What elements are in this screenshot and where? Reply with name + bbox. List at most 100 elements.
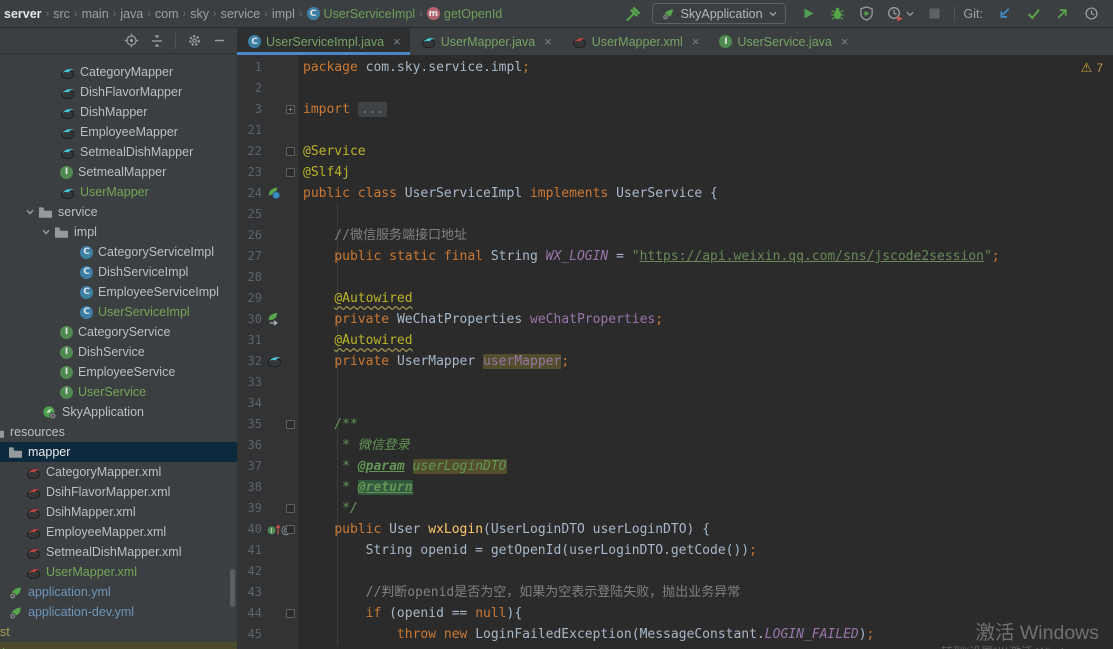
code-line[interactable]: 28 [237, 267, 1113, 288]
line-number[interactable]: 31 [237, 330, 266, 351]
code-line[interactable]: 32 private UserMapper userMapper; [237, 351, 1113, 372]
line-number[interactable]: 34 [237, 393, 266, 414]
code-line[interactable]: 25 [237, 204, 1113, 225]
git-update-button[interactable] [994, 4, 1014, 24]
code-line[interactable]: 33 [237, 372, 1113, 393]
code-line[interactable]: 42 [237, 561, 1113, 582]
tree-item[interactable]: DsihMapper.xml [0, 502, 237, 522]
tree-item[interactable]: application.yml [0, 582, 237, 602]
chevron-down-icon[interactable] [41, 227, 51, 237]
code-line[interactable]: 30 private WeChatProperties weChatProper… [237, 309, 1113, 330]
tree-item[interactable]: I CategoryService [0, 322, 237, 342]
fold-collapse-icon[interactable] [286, 168, 295, 177]
editor-tab[interactable]: UserMapper.xml × [561, 28, 709, 55]
fold-collapse-icon[interactable] [286, 420, 295, 429]
line-number[interactable]: 43 [237, 582, 266, 603]
close-icon[interactable]: × [692, 35, 700, 48]
tree-item[interactable]: UserMapper.xml [0, 562, 237, 582]
fold-collapse-icon[interactable] [286, 504, 295, 513]
line-number[interactable]: 42 [237, 561, 266, 582]
line-number[interactable]: 28 [237, 267, 266, 288]
line-number[interactable]: 1 [237, 57, 266, 78]
collapse-all-icon[interactable] [150, 34, 164, 48]
tree-item[interactable]: st [0, 622, 237, 642]
code-area[interactable]: 1 package com.sky.service.impl; 2 3 + import … [237, 57, 1113, 649]
line-number[interactable]: 44 [237, 603, 266, 624]
code-line[interactable]: 40I@ public User wxLogin(UserLoginDTO us… [237, 519, 1113, 540]
breadcrumb[interactable]: server › src › main › java › com › sky › service › imp… [0, 7, 502, 21]
run-button[interactable] [799, 4, 819, 24]
autowired-gutter-icon[interactable] [267, 312, 281, 326]
tree-item[interactable]: application-dev.yml [0, 602, 237, 622]
line-number[interactable]: 23 [237, 162, 266, 183]
locate-target-icon[interactable] [124, 33, 139, 48]
line-number[interactable]: 35 [237, 414, 266, 435]
line-number[interactable]: 25 [237, 204, 266, 225]
stop-button[interactable] [925, 4, 945, 24]
history-icon[interactable] [1081, 4, 1101, 24]
tree-item[interactable]: C CategoryServiceImpl [0, 242, 237, 262]
code-line[interactable]: 39 */ [237, 498, 1113, 519]
tree-item[interactable]: DsihFlavorMapper.xml [0, 482, 237, 502]
code-line[interactable]: 1 package com.sky.service.impl; [237, 57, 1113, 78]
line-number[interactable]: 39 [237, 498, 266, 519]
code-line[interactable]: 34 [237, 393, 1113, 414]
tree-item[interactable]: resources [0, 422, 237, 442]
tree-item[interactable]: SetmealDishMapper.xml [0, 542, 237, 562]
close-icon[interactable]: × [841, 35, 849, 48]
git-push-button[interactable] [1052, 4, 1072, 24]
breadcrumb-item[interactable]: impl [272, 7, 295, 21]
tree-item[interactable]: CategoryMapper [0, 62, 237, 82]
editor-tab[interactable]: UserMapper.java × [410, 28, 561, 55]
line-number[interactable]: 27 [237, 246, 266, 267]
fold-collapse-icon[interactable] [286, 609, 295, 618]
git-commit-button[interactable] [1023, 4, 1043, 24]
run-configuration-select[interactable]: SkyApplication [651, 3, 786, 24]
line-number[interactable]: 37 [237, 456, 266, 477]
line-number[interactable]: 30 [237, 309, 266, 330]
code-line[interactable]: 36 * 微信登录 [237, 435, 1113, 456]
debug-button[interactable] [828, 4, 848, 24]
code-line[interactable]: 21 [237, 120, 1113, 141]
breadcrumb-item[interactable]: C UserServiceImpl [306, 7, 415, 21]
editor-tab[interactable]: I UserService.java × [708, 28, 857, 55]
code-line[interactable]: 38 * @return [237, 477, 1113, 498]
tree-item[interactable]: UserMapper [0, 182, 237, 202]
line-number[interactable]: 38 [237, 477, 266, 498]
code-line[interactable]: 29 @Autowired [237, 288, 1113, 309]
chevron-down-icon[interactable] [25, 207, 35, 217]
breadcrumb-item[interactable]: service [221, 7, 261, 21]
tree-scrollbar[interactable] [230, 569, 235, 607]
line-number[interactable]: 32 [237, 351, 266, 372]
editor-tab[interactable]: C UserServiceImpl.java × [237, 28, 410, 55]
code-line[interactable]: 26 //微信服务端接口地址 [237, 225, 1113, 246]
breadcrumb-item[interactable]: server [4, 7, 42, 21]
tree-item[interactable]: C UserServiceImpl [0, 302, 237, 322]
line-number[interactable]: 33 [237, 372, 266, 393]
profiler-button[interactable] [886, 4, 916, 24]
code-line[interactable]: 27 public static final String WX_LOGIN =… [237, 246, 1113, 267]
line-number[interactable]: 45 [237, 624, 266, 645]
code-line[interactable]: 3 + import ... [237, 99, 1113, 120]
inspections-widget[interactable]: ⚠ 7 [1081, 60, 1103, 76]
tree-item[interactable]: t [0, 642, 237, 649]
fold-expand-icon[interactable]: + [286, 105, 295, 114]
breadcrumb-item[interactable]: com [155, 7, 179, 21]
code-line[interactable]: 43 //判断openid是否为空，如果为空表示登陆失败，抛出业务异常 [237, 582, 1113, 603]
settings-gear-icon[interactable] [187, 33, 202, 48]
breadcrumb-item[interactable]: java [120, 7, 143, 21]
tree-item[interactable]: I UserService [0, 382, 237, 402]
line-number[interactable]: 29 [237, 288, 266, 309]
code-line[interactable]: 37 * @param userLoginDTO [237, 456, 1113, 477]
line-number[interactable]: 41 [237, 540, 266, 561]
code-editor[interactable]: 1 package com.sky.service.impl; 2 3 + import … [237, 55, 1113, 649]
tree-item[interactable]: DishMapper [0, 102, 237, 122]
code-line[interactable]: 22 @Service [237, 141, 1113, 162]
tree-item[interactable]: I EmployeeService [0, 362, 237, 382]
close-icon[interactable]: × [544, 35, 552, 48]
line-number[interactable]: 46 [237, 645, 266, 649]
code-line[interactable]: 35 /** [237, 414, 1113, 435]
code-line[interactable]: 31 @Autowired [237, 330, 1113, 351]
run-with-coverage-button[interactable] [857, 4, 877, 24]
code-line[interactable]: 23 @Slf4j [237, 162, 1113, 183]
